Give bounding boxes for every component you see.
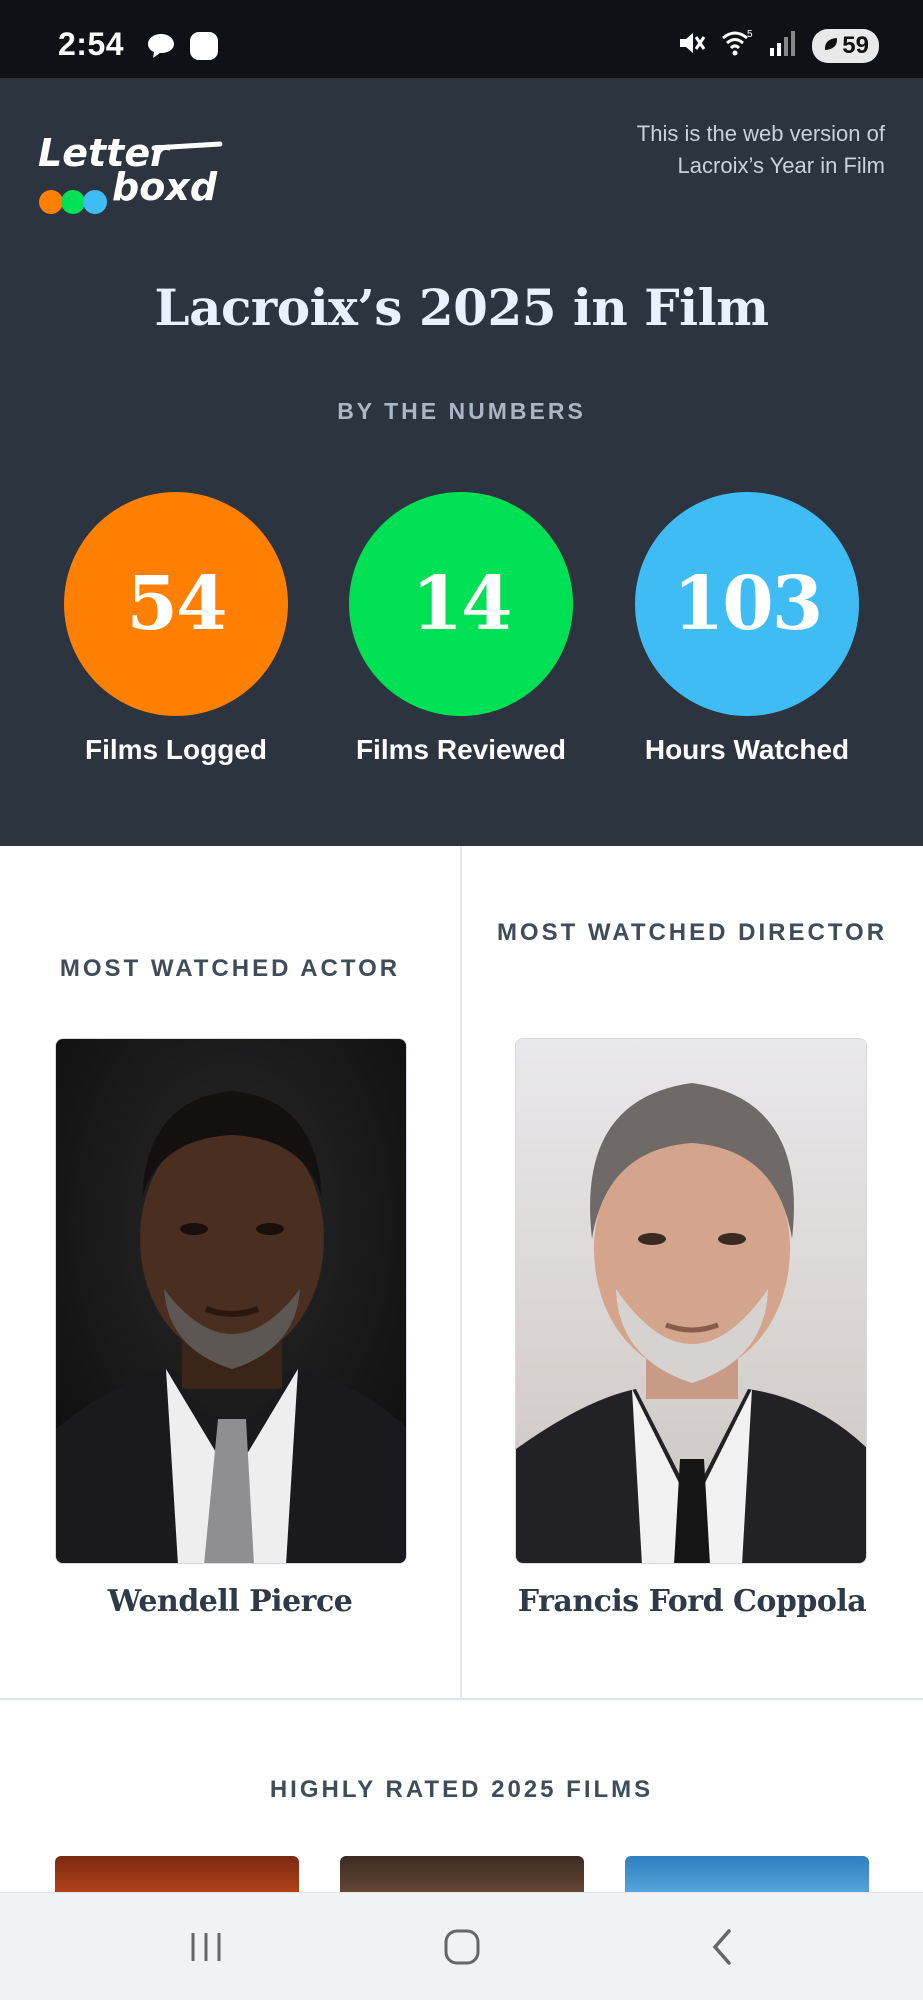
stat-hours-watched: 103 Hours Watched: [604, 492, 890, 766]
section-label: BY THE NUMBERS: [337, 398, 586, 424]
chat-bubble-icon: [146, 32, 176, 65]
year-in-film-header: Letter boxd This is the web version of L…: [0, 78, 923, 846]
battery-indicator: 59: [812, 28, 879, 63]
film-poster[interactable]: [625, 1856, 869, 1896]
system-icons: 5 59: [676, 28, 879, 63]
battery-level: 59: [842, 31, 869, 59]
stat-label: Films Reviewed: [355, 734, 567, 765]
highly-rated-section: HIGHLY RATED 2025 FILMS: [0, 1702, 923, 1896]
most-watched-director: MOST WATCHED DIRECTOR Francis Ford Coppo…: [462, 846, 922, 1698]
director-heading: MOST WATCHED DIRECTOR: [496, 919, 888, 946]
home-icon[interactable]: [412, 1915, 512, 1979]
stat-circle: 103: [635, 492, 859, 716]
status-bar: 2:54 5 59: [0, 0, 923, 78]
recent-apps-icon[interactable]: [156, 1915, 256, 1979]
highly-rated-heading: HIGHLY RATED 2025 FILMS: [269, 1776, 654, 1803]
signal-icon: [768, 28, 798, 63]
stat-films-reviewed: 14 Films Reviewed: [318, 492, 604, 766]
mute-icon: [676, 28, 706, 63]
actor-heading: MOST WATCHED ACTOR: [59, 955, 401, 982]
battery-icon: [822, 32, 840, 60]
system-nav-bar: [0, 1892, 923, 2000]
stat-circle: 14: [349, 492, 573, 716]
director-name[interactable]: Francis Ford Coppola: [462, 1584, 922, 1619]
notification-icons: [146, 30, 220, 67]
stat-films-logged: 54 Films Logged: [33, 492, 319, 766]
stat-label: Films Logged: [85, 734, 267, 765]
svg-text:5: 5: [747, 29, 753, 40]
back-icon[interactable]: [672, 1915, 772, 1979]
page-title: Lacroix’s 2025 in Film: [154, 278, 769, 337]
app-icon: [188, 30, 220, 67]
film-poster[interactable]: [340, 1856, 584, 1896]
status-time: 2:54: [58, 26, 125, 62]
logo-text-line2: boxd: [112, 165, 218, 209]
film-poster[interactable]: [55, 1856, 299, 1896]
most-watched-actor: MOST WATCHED ACTOR Wendell Pierce: [0, 846, 460, 1698]
web-version-note: This is the web version of Lacroix’s Yea…: [636, 121, 885, 178]
stat-value: 54: [126, 561, 228, 647]
actor-photo[interactable]: [55, 1038, 407, 1564]
most-watched-section: MOST WATCHED ACTOR Wendell Pierce MOST W…: [0, 846, 923, 1700]
stat-value: 103: [672, 561, 823, 647]
wifi-icon: 5: [720, 28, 754, 63]
actor-name[interactable]: Wendell Pierce: [0, 1584, 460, 1619]
director-photo[interactable]: [515, 1038, 867, 1564]
stat-value: 14: [411, 561, 513, 647]
stat-label: Hours Watched: [644, 734, 850, 765]
letterboxd-logo[interactable]: Letter boxd: [38, 108, 238, 218]
stat-circle: 54: [64, 492, 288, 716]
